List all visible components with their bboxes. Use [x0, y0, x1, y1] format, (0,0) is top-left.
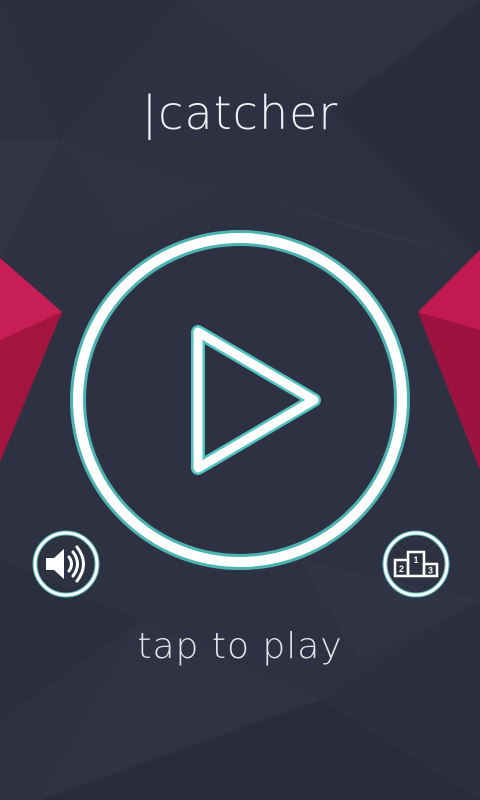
play-button[interactable] — [70, 230, 410, 570]
play-icon — [191, 325, 321, 475]
game-screen[interactable]: |catcher 1 2 3 tap to play — [0, 0, 480, 800]
leaderboard-button[interactable]: 1 2 3 — [382, 530, 450, 598]
sound-toggle-button[interactable] — [32, 530, 100, 598]
podium-second: 2 — [399, 564, 404, 574]
podium-third: 3 — [428, 566, 433, 576]
podium-icon: 1 2 3 — [393, 550, 439, 578]
podium-first: 1 — [413, 555, 418, 565]
tap-to-play-hint: tap to play — [137, 626, 343, 667]
speaker-icon — [46, 545, 85, 583]
app-title: |catcher — [141, 86, 339, 140]
